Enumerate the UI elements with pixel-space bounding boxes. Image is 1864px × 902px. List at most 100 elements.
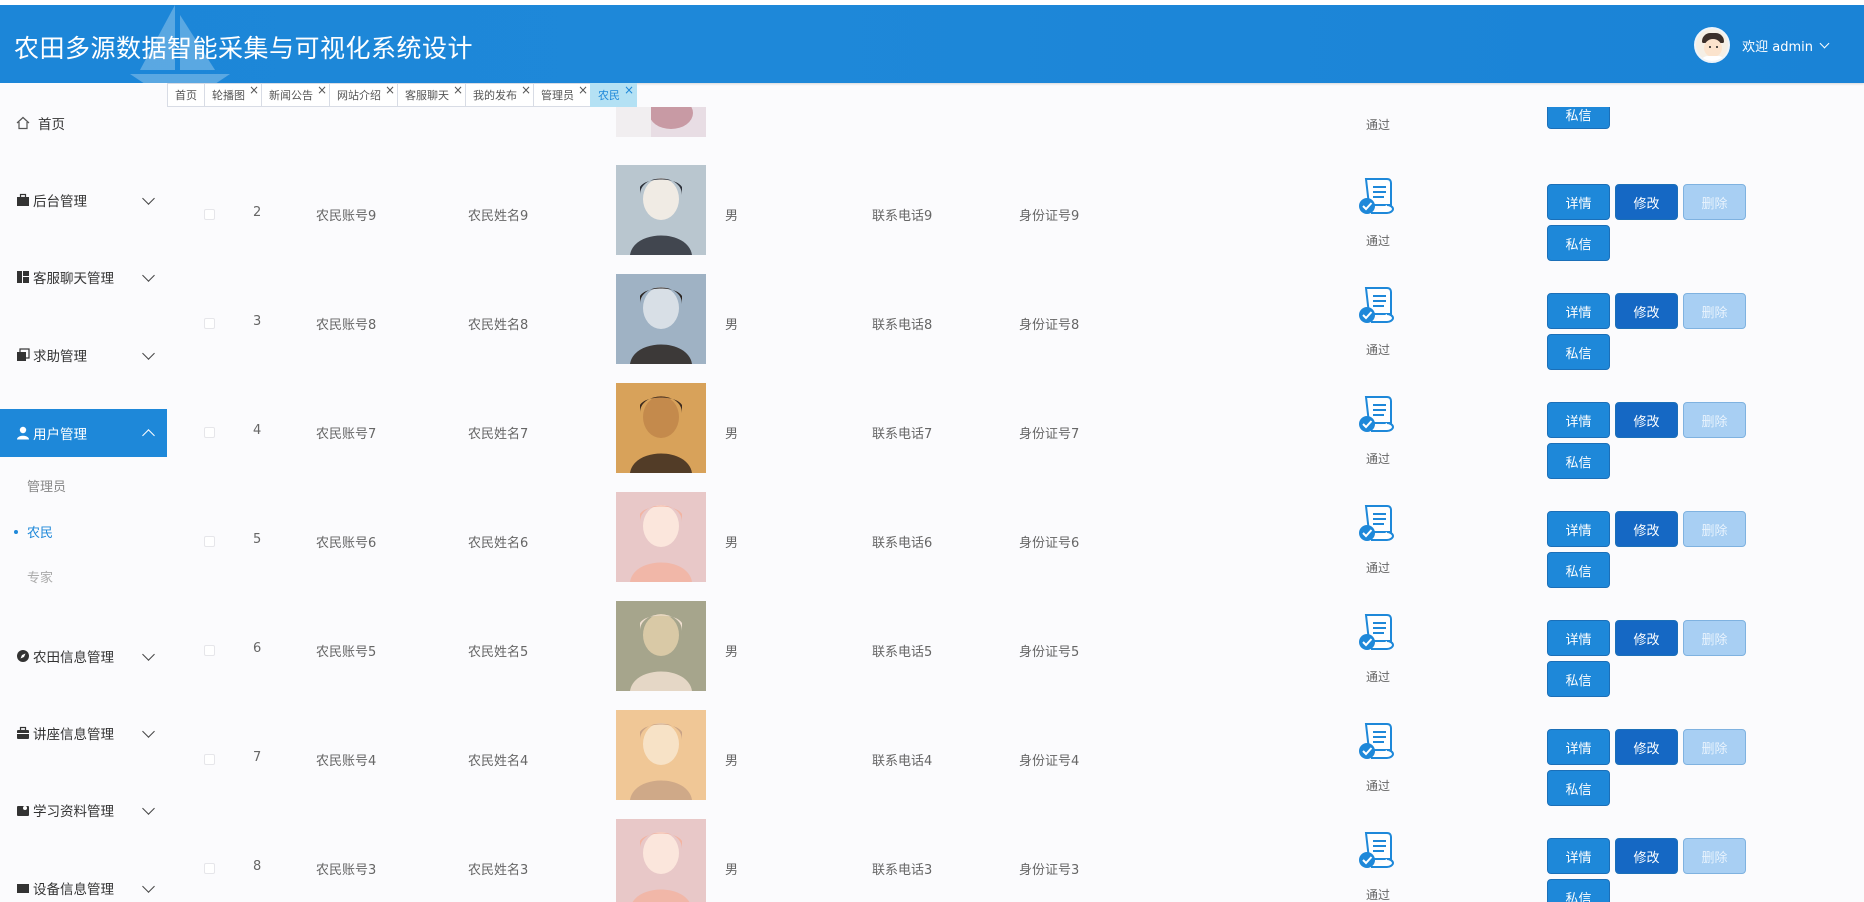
table-row: 3 农民账号8 农民姓名8 男 联系电话8 身份证号8 通过 详情 修改 删除 … (167, 271, 1864, 380)
device-icon (15, 881, 30, 896)
farmer-idcard: 身份证号9 (1019, 209, 1080, 224)
sidebar-item-help[interactable]: 求助管理 (0, 331, 167, 379)
detail-button[interactable]: 详情 (1547, 838, 1610, 874)
message-button[interactable]: 私信 (1547, 225, 1610, 261)
sidebar-subitem-farmer[interactable]: 农民 (0, 511, 167, 551)
delete-button[interactable]: 删除 (1683, 511, 1746, 547)
farmer-name: 农民姓名3 (468, 863, 529, 878)
message-button[interactable]: 私信 (1547, 661, 1610, 697)
sidebar-item-farmland[interactable]: 农田信息管理 (0, 632, 167, 680)
button-label: 修改 (1633, 305, 1660, 321)
farmer-name: 农民姓名9 (468, 209, 529, 224)
sidebar-item-label: 后台管理 (33, 194, 87, 210)
certificate-approved-icon (1359, 832, 1395, 868)
row-checkbox[interactable] (204, 209, 215, 220)
close-icon[interactable]: × (521, 83, 531, 97)
farmer-idcard: 身份证号5 (1019, 645, 1080, 660)
edit-button[interactable]: 修改 (1615, 402, 1678, 438)
detail-button[interactable]: 详情 (1547, 511, 1610, 547)
detail-button[interactable]: 详情 (1547, 184, 1610, 220)
delete-button[interactable]: 删除 (1683, 729, 1746, 765)
certificate-approved-icon (1359, 723, 1395, 759)
delete-button[interactable]: 删除 (1683, 293, 1746, 329)
message-button[interactable]: 私信 (1547, 334, 1610, 370)
tab-carousel[interactable]: 轮播图 × (204, 83, 261, 107)
farmer-account: 农民账号4 (316, 754, 377, 769)
farmer-gender: 男 (725, 318, 739, 333)
delete-button[interactable]: 删除 (1683, 402, 1746, 438)
sidebar-item-label: 首页 (38, 117, 65, 133)
close-icon[interactable]: × (317, 83, 327, 97)
button-label: 删除 (1701, 850, 1728, 866)
delete-button[interactable]: 删除 (1683, 184, 1746, 220)
row-checkbox[interactable] (204, 427, 215, 438)
row-checkbox[interactable] (204, 318, 215, 329)
tab-about[interactable]: 网站介绍 × (329, 83, 397, 107)
certificate-approved-icon (1359, 287, 1395, 323)
farmer-name: 农民姓名5 (468, 645, 529, 660)
app-title: 农田多源数据智能采集与可视化系统设计 (14, 34, 474, 63)
edit-button[interactable]: 修改 (1615, 729, 1678, 765)
button-label: 删除 (1701, 305, 1728, 321)
user-menu[interactable]: 欢迎 admin (1694, 27, 1830, 63)
sidebar-item-label: 农田信息管理 (33, 650, 114, 666)
edit-button[interactable]: 修改 (1615, 184, 1678, 220)
edit-button[interactable]: 修改 (1615, 620, 1678, 656)
close-icon[interactable]: × (453, 83, 463, 97)
tab-label: 客服聊天 (405, 89, 449, 102)
tab-bar: 首页 轮播图 × 新闻公告 × 网站介绍 × 客服聊天 × 我的发布 × 管理员 × 农民 × (167, 83, 637, 107)
row-checkbox[interactable] (204, 645, 215, 656)
message-button[interactable]: 私信 (1547, 552, 1610, 588)
edit-button[interactable]: 修改 (1615, 511, 1678, 547)
delete-button[interactable]: 删除 (1683, 620, 1746, 656)
sidebar-subitem-expert[interactable]: 专家 (0, 556, 167, 596)
tab-chat[interactable]: 客服聊天 × (397, 83, 465, 107)
detail-button[interactable]: 详情 (1547, 620, 1610, 656)
farmer-gender: 男 (725, 754, 739, 769)
tab-label: 网站介绍 (337, 89, 381, 102)
farmer-idcard: 身份证号8 (1019, 318, 1080, 333)
dashboard-icon (15, 270, 30, 285)
tab-my-posts[interactable]: 我的发布 × (465, 83, 533, 107)
close-icon[interactable]: × (385, 83, 395, 97)
sidebar-item-devices[interactable]: 设备信息管理 (0, 864, 167, 902)
detail-button[interactable]: 详情 (1547, 293, 1610, 329)
farmer-phone: 联系电话4 (872, 754, 933, 769)
message-button[interactable]: 私信 (1547, 107, 1610, 129)
close-icon[interactable]: × (578, 83, 588, 97)
sidebar-item-lecture[interactable]: 讲座信息管理 (0, 709, 167, 757)
farmer-account: 农民账号3 (316, 863, 377, 878)
button-label: 详情 (1565, 414, 1592, 430)
farmer-account: 农民账号8 (316, 318, 377, 333)
row-checkbox[interactable] (204, 536, 215, 547)
edit-button[interactable]: 修改 (1615, 293, 1678, 329)
row-checkbox[interactable] (204, 754, 215, 765)
sidebar-subitem-admin[interactable]: 管理员 (0, 465, 167, 505)
message-button[interactable]: 私信 (1547, 879, 1610, 902)
farmer-phone: 联系电话5 (872, 645, 933, 660)
edit-button[interactable]: 修改 (1615, 838, 1678, 874)
row-checkbox[interactable] (204, 863, 215, 874)
delete-button[interactable]: 删除 (1683, 838, 1746, 874)
tab-news[interactable]: 新闻公告 × (261, 83, 329, 107)
button-label: 修改 (1633, 523, 1660, 539)
row-index: 3 (253, 314, 262, 329)
message-button[interactable]: 私信 (1547, 443, 1610, 479)
sidebar-item-chat[interactable]: 客服聊天管理 (0, 253, 167, 301)
sidebar-item-label: 设备信息管理 (33, 882, 114, 898)
farmer-photo (616, 107, 706, 137)
close-icon[interactable]: × (624, 83, 634, 97)
button-label: 详情 (1565, 741, 1592, 757)
detail-button[interactable]: 详情 (1547, 729, 1610, 765)
sidebar-item-backend[interactable]: 后台管理 (0, 176, 167, 224)
sidebar-item-home[interactable]: 首页 (0, 99, 167, 147)
sidebar-item-materials[interactable]: 学习资料管理 (0, 786, 167, 834)
tab-admin[interactable]: 管理员 × (533, 83, 590, 107)
detail-button[interactable]: 详情 (1547, 402, 1610, 438)
tab-farmer[interactable]: 农民 × (590, 83, 637, 107)
close-icon[interactable]: × (249, 83, 259, 97)
certificate-approved-icon (1359, 178, 1395, 214)
sidebar-item-users[interactable]: 用户管理 (0, 409, 167, 457)
tab-home[interactable]: 首页 (167, 83, 204, 107)
message-button[interactable]: 私信 (1547, 770, 1610, 806)
